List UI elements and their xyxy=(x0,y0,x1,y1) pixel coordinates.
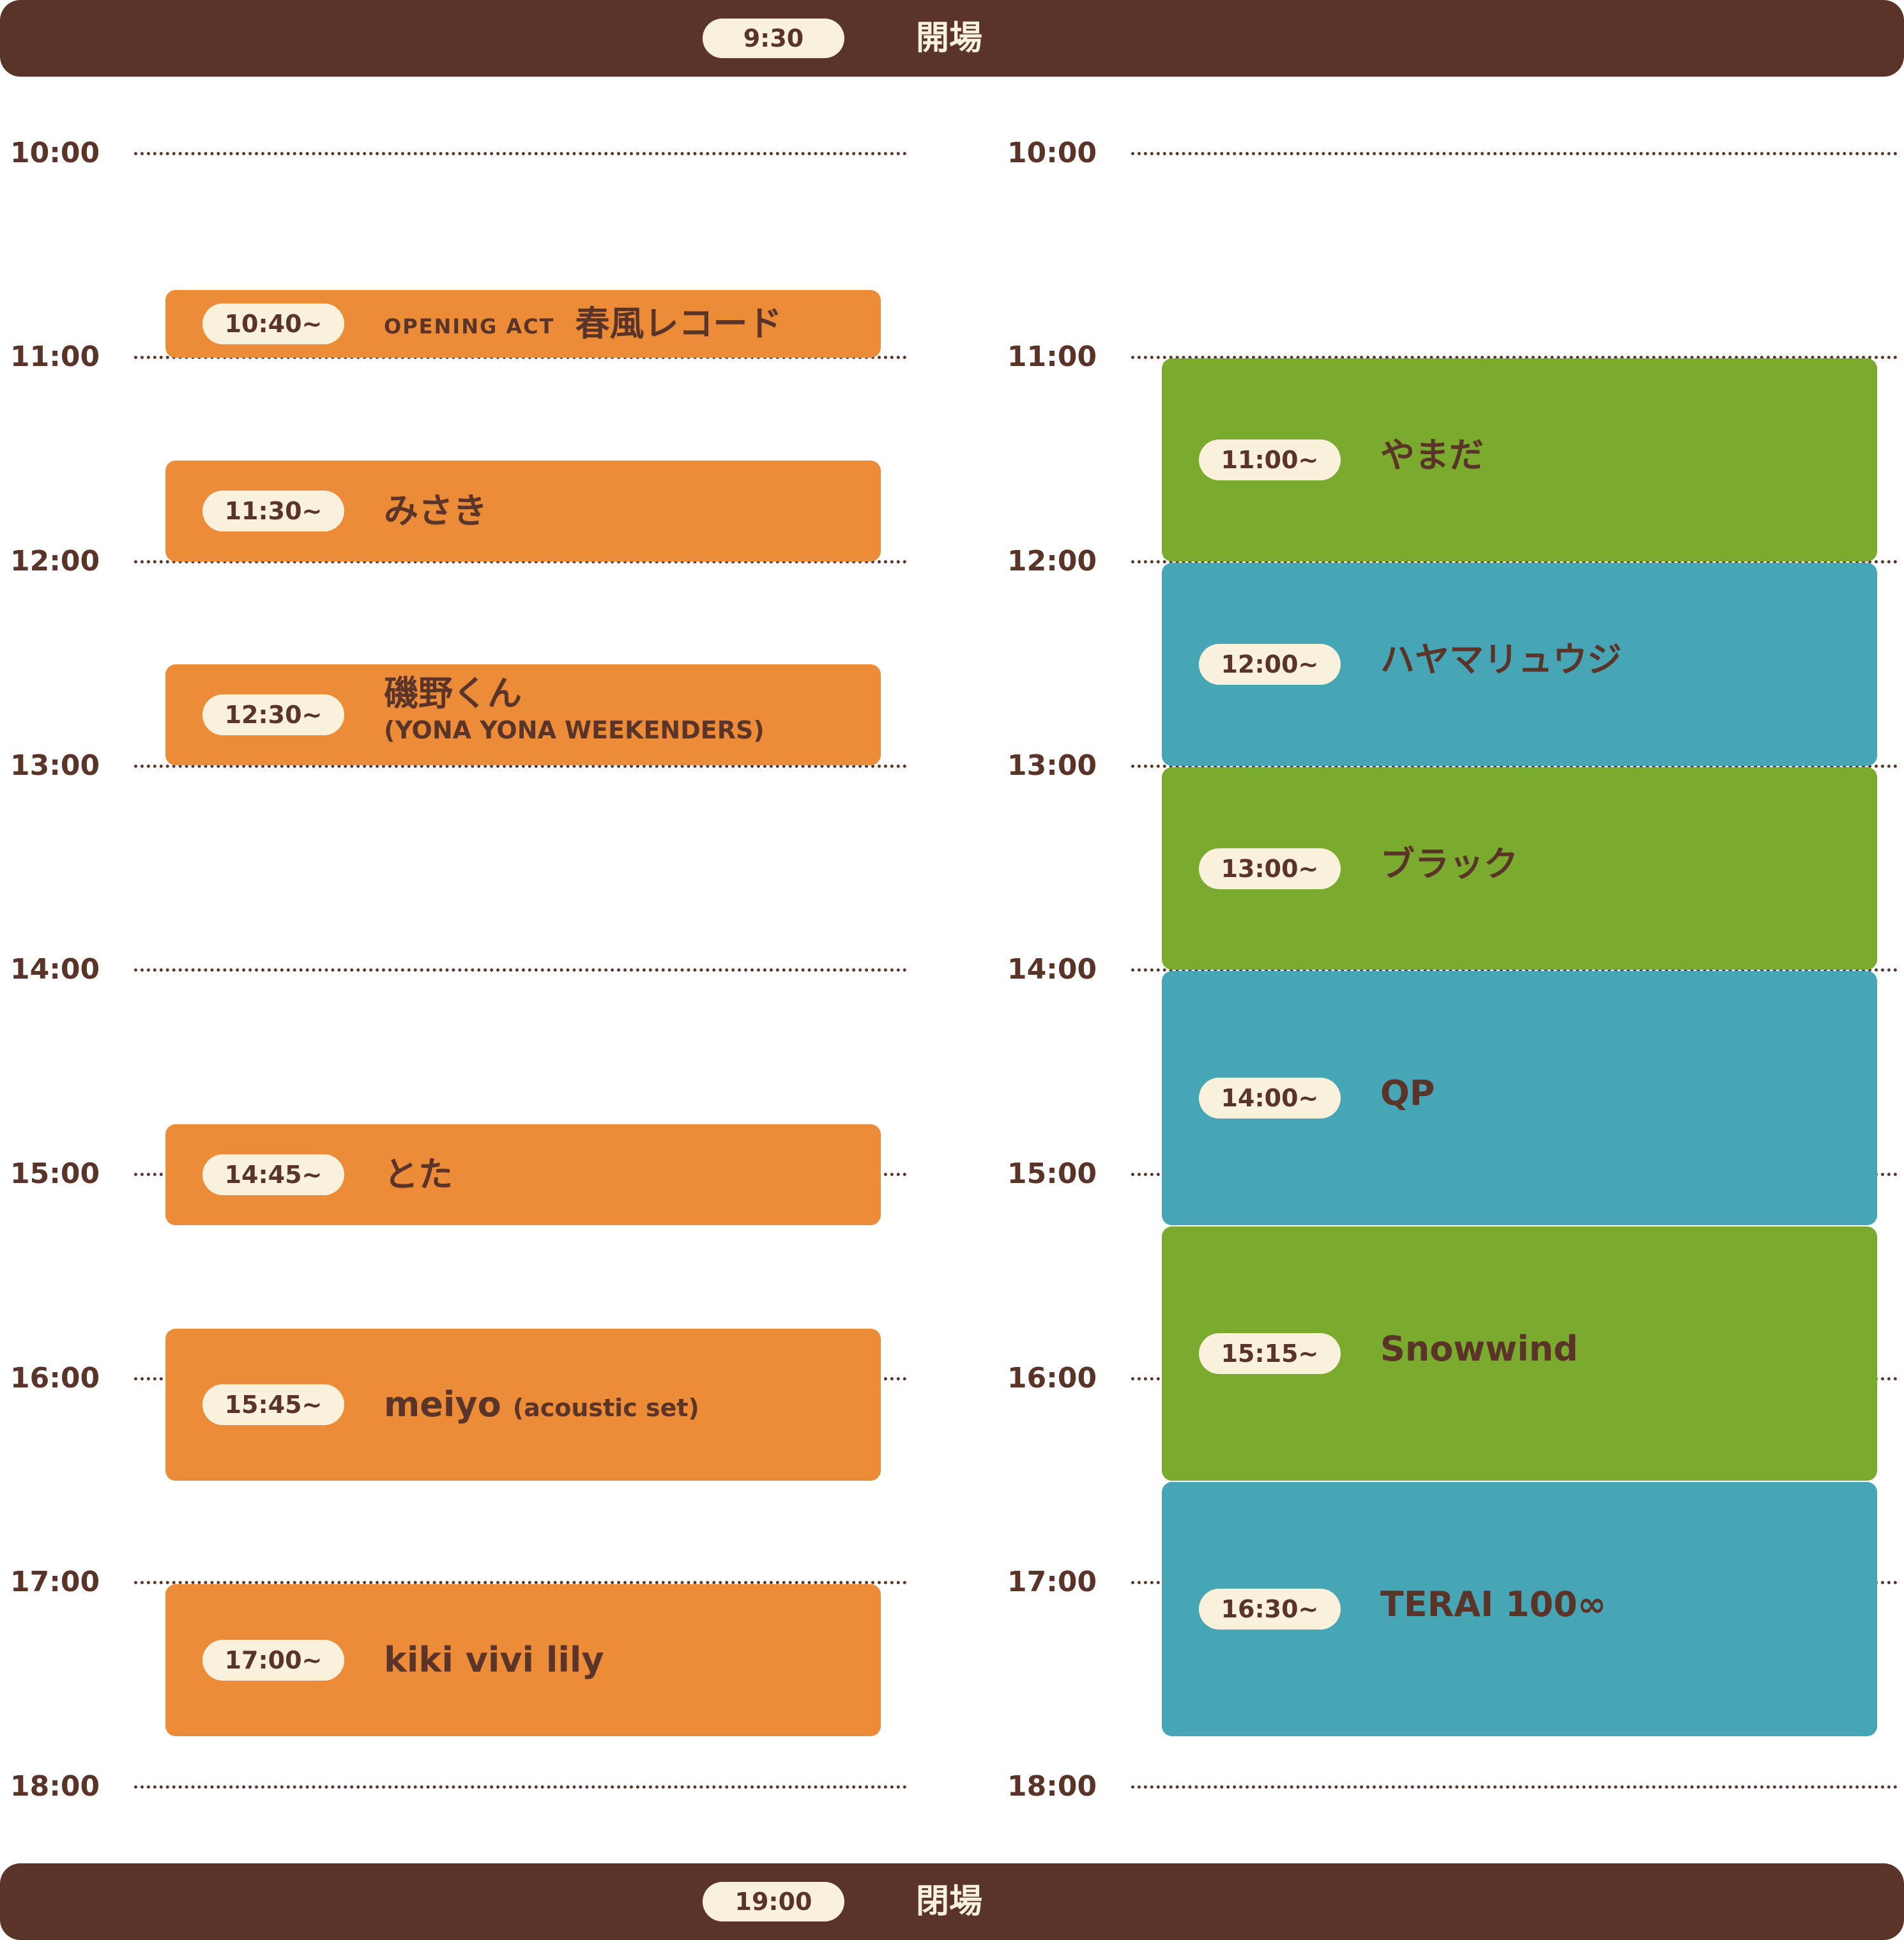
slot-act-name: TERAI 100∞ xyxy=(1380,1584,1606,1624)
left-tick-label: 10:00 xyxy=(10,137,100,169)
slot-time-pill: 12:00~ xyxy=(1199,644,1341,685)
right-slot-black[interactable]: 13:00~ ブラック xyxy=(1162,767,1877,970)
right-tick-label: 11:00 xyxy=(1007,340,1097,373)
slot-act-name: Snowwind xyxy=(1380,1329,1578,1369)
act-name-text: 磯野くん xyxy=(384,673,522,714)
right-slot-yamada[interactable]: 11:00~ やまだ xyxy=(1162,358,1877,561)
right-tick-label: 12:00 xyxy=(1007,545,1097,577)
left-slot-kiki-vivi-lily[interactable]: 17:00~ kiki vivi lily xyxy=(165,1584,881,1736)
slot-time-pill: 15:15~ xyxy=(1199,1333,1341,1374)
slot-time-pill: 14:00~ xyxy=(1199,1078,1341,1119)
right-tick-label: 14:00 xyxy=(1007,953,1097,986)
left-slot-haruka-record[interactable]: 10:40~ OPENING ACT 春風レコード xyxy=(165,290,881,358)
slot-time-pill: 11:30~ xyxy=(202,491,344,531)
left-slot-tota[interactable]: 14:45~ とた xyxy=(165,1124,881,1225)
slot-act-name: やまだ xyxy=(1380,435,1484,475)
right-tick-label: 18:00 xyxy=(1007,1770,1097,1803)
slot-act-name: とた xyxy=(384,1154,453,1195)
act-subtitle: (YONA YONA WEEKENDERS) xyxy=(384,716,765,744)
right-slot-terai-100[interactable]: 16:30~ TERAI 100∞ xyxy=(1162,1482,1877,1736)
right-slot-hayama-ryuji[interactable]: 12:00~ ハヤマリュウジ xyxy=(1162,563,1877,766)
left-tick-label: 13:00 xyxy=(10,749,100,782)
opening-time-pill: 9:30 xyxy=(703,19,844,58)
right-grid-line xyxy=(1131,1785,1898,1789)
right-tick-label: 17:00 xyxy=(1007,1566,1097,1598)
left-tick-label: 16:00 xyxy=(10,1362,100,1394)
opening-bar: 9:30 開場 xyxy=(0,0,1904,77)
slot-act-name: OPENING ACT 春風レコード xyxy=(384,298,782,349)
right-tick-label: 10:00 xyxy=(1007,137,1097,169)
slot-time-pill: 17:00~ xyxy=(202,1640,344,1681)
opening-label: 開場 xyxy=(916,19,983,57)
act-name-text: meiyo xyxy=(384,1384,501,1424)
slot-time-pill: 12:30~ xyxy=(202,694,344,735)
slot-time-pill: 14:45~ xyxy=(202,1154,344,1195)
slot-act-name: ハヤマリュウジ xyxy=(1380,639,1622,680)
slot-time-pill: 10:40~ xyxy=(202,303,344,344)
right-tick-label: 15:00 xyxy=(1007,1157,1097,1190)
left-tick-label: 17:00 xyxy=(10,1566,100,1598)
slot-time-pill: 15:45~ xyxy=(202,1384,344,1425)
slot-act-name: みさき xyxy=(384,491,487,531)
left-tick-label: 15:00 xyxy=(10,1157,100,1190)
left-grid-line xyxy=(134,152,907,155)
slot-act-name: 磯野くん (YONA YONA WEEKENDERS) xyxy=(384,673,765,746)
left-slot-meiyo[interactable]: 15:45~ meiyo (acoustic set) xyxy=(165,1329,881,1481)
slot-time-pill: 11:00~ xyxy=(1199,439,1341,480)
left-slot-misaki[interactable]: 11:30~ みさき xyxy=(165,461,881,561)
act-name-text: 春風レコード xyxy=(575,303,782,344)
slot-time-pill: 16:30~ xyxy=(1199,1589,1341,1630)
closing-time-pill: 19:00 xyxy=(703,1882,844,1921)
right-slot-snowwind[interactable]: 15:15~ Snowwind xyxy=(1162,1226,1877,1481)
left-tick-label: 11:00 xyxy=(10,340,100,373)
right-tick-label: 13:00 xyxy=(1007,749,1097,782)
slot-act-name: ブラック xyxy=(1380,844,1518,884)
closing-bar: 19:00 閉場 xyxy=(0,1863,1904,1940)
left-grid-line xyxy=(134,1785,907,1789)
right-tick-label: 16:00 xyxy=(1007,1362,1097,1394)
left-slot-isono-kun[interactable]: 12:30~ 磯野くん (YONA YONA WEEKENDERS) xyxy=(165,664,881,765)
slot-act-name: meiyo (acoustic set) xyxy=(384,1379,699,1430)
slot-time-pill: 13:00~ xyxy=(1199,848,1341,889)
left-tick-label: 14:00 xyxy=(10,953,100,986)
act-note: (acoustic set) xyxy=(512,1394,699,1422)
slot-act-name: kiki vivi lily xyxy=(384,1640,604,1680)
slot-act-name: QP xyxy=(1380,1073,1435,1113)
left-tick-label: 12:00 xyxy=(10,545,100,577)
left-tick-label: 18:00 xyxy=(10,1770,100,1803)
opening-act-label: OPENING ACT xyxy=(384,314,555,339)
right-grid-line xyxy=(1131,152,1898,155)
closing-label: 閉場 xyxy=(916,1883,983,1921)
right-slot-qp[interactable]: 14:00~ QP xyxy=(1162,971,1877,1225)
left-grid-line xyxy=(134,968,907,972)
